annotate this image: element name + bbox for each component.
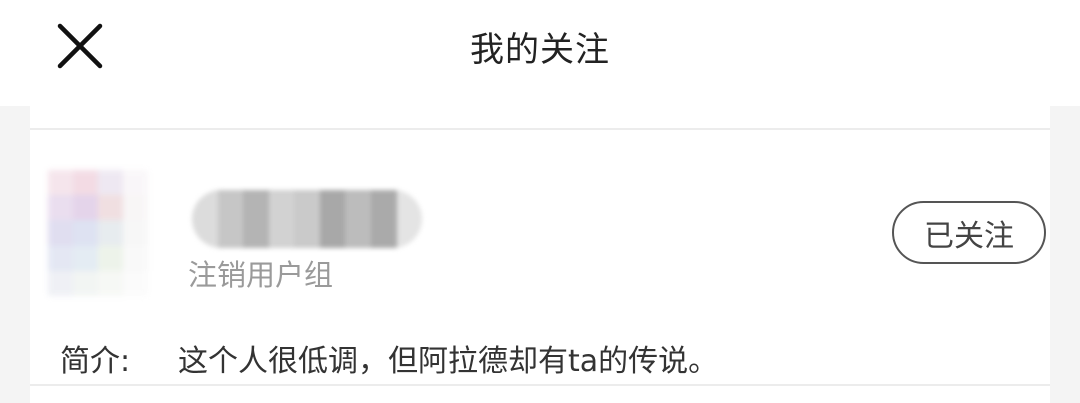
page-title: 我的关注 [470,30,610,70]
bio: 简介: 这个人很低调，但阿拉德却有ta的传说。 [60,336,718,380]
previous-card-fragment [30,106,1050,130]
follow-card[interactable]: 注销用户组 已关注 简介: 这个人很低调，但阿拉德却有ta的传说。 [30,132,1050,384]
username-redacted [192,190,422,248]
follow-list[interactable]: 注销用户组 已关注 简介: 这个人很低调，但阿拉德却有ta的传说。 [30,106,1050,403]
followed-button[interactable]: 已关注 [892,201,1046,264]
app-header: 我的关注 [0,0,1080,106]
bio-label: 简介: [60,344,131,379]
bio-text: 这个人很低调，但阿拉德却有ta的传说。 [178,344,719,379]
divider [30,384,1050,386]
avatar[interactable] [48,170,148,296]
divider [30,128,1050,130]
user-group-label: 注销用户组 [188,258,334,292]
